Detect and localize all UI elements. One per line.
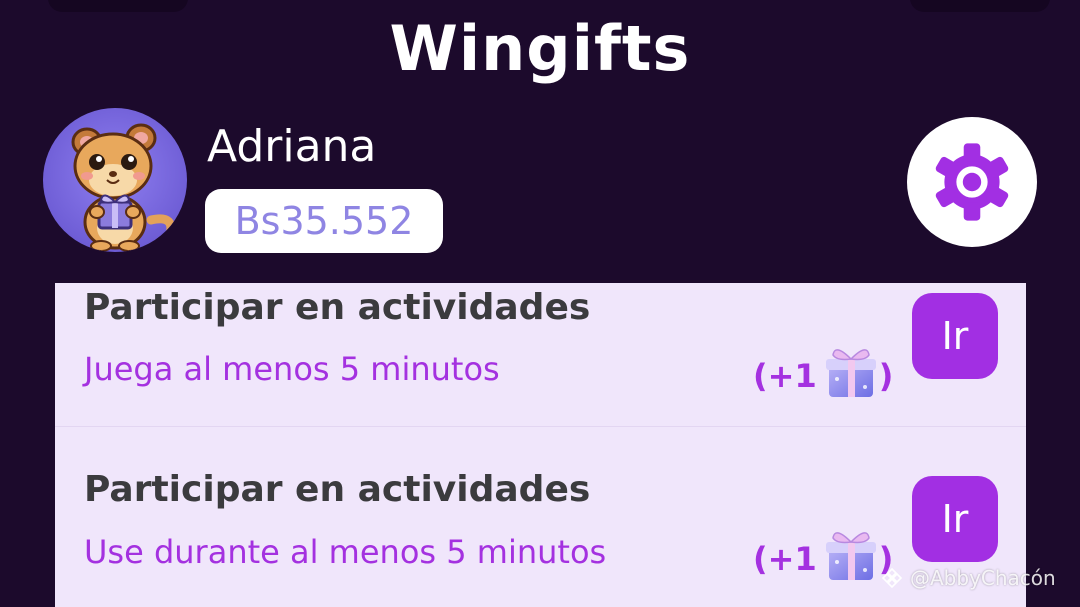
diamond-logo-icon: [881, 567, 903, 589]
reward-prefix: (+1: [753, 357, 817, 395]
gift-box-icon: [821, 524, 881, 594]
hamster-with-gift-avatar-icon: [71, 123, 176, 252]
avatar[interactable]: [43, 108, 187, 252]
balance-value: Bs35.552: [234, 199, 414, 243]
gear-icon: [935, 143, 1009, 221]
reward-suffix: ): [878, 357, 894, 395]
app-screen: Wingifts Adriana Bs35.552 Participar en …: [0, 0, 1080, 607]
task-title: Participar en actividades: [84, 287, 591, 328]
app-title: Wingifts: [389, 12, 691, 85]
task-reward: (+1): [753, 341, 893, 411]
task-row: Participar en actividades Use durante al…: [55, 426, 1026, 580]
watermark-text: @AbbyChacón: [910, 566, 1056, 590]
task-subtitle: Juega al menos 5 minutos: [84, 350, 500, 388]
task-reward: (+1): [753, 524, 893, 594]
task-subtitle: Use durante al menos 5 minutos: [84, 533, 607, 571]
go-button[interactable]: Ir: [912, 293, 998, 379]
task-row: Participar en actividades Juega al menos…: [55, 283, 1026, 425]
watermark: @AbbyChacón: [880, 566, 1056, 590]
gift-box-icon: [821, 341, 881, 411]
balance-badge: Bs35.552: [205, 189, 443, 253]
go-button[interactable]: Ir: [912, 476, 998, 562]
task-title: Participar en actividades: [84, 469, 591, 510]
user-name: Adriana: [207, 121, 377, 172]
reward-prefix: (+1: [753, 540, 817, 578]
settings-button[interactable]: [907, 117, 1037, 247]
task-list: Participar en actividades Juega al menos…: [55, 283, 1026, 607]
